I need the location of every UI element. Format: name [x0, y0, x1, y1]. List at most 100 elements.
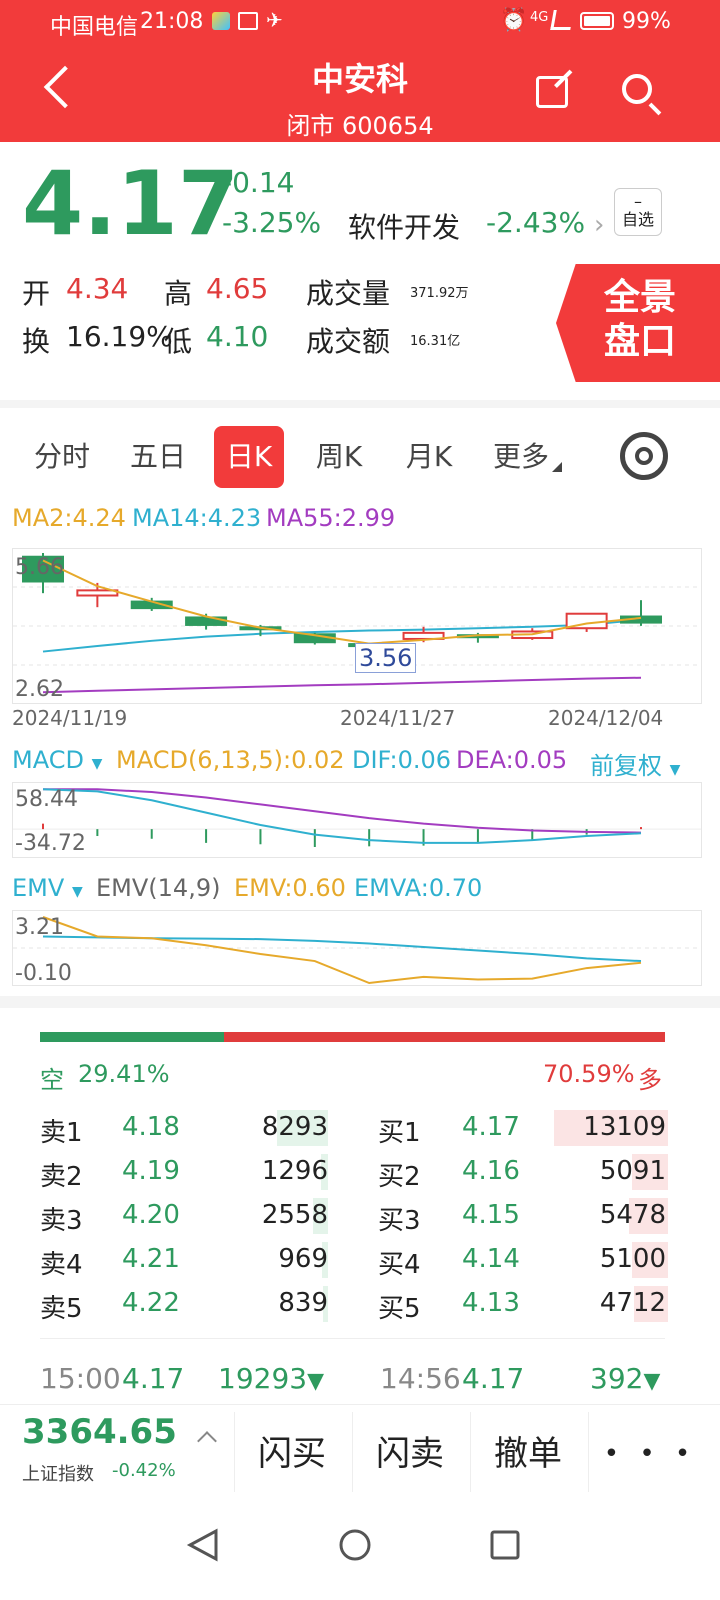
- short-ratio-fill: [40, 1032, 224, 1042]
- buy-price[interactable]: 4.14: [462, 1244, 520, 1274]
- battery-icon: [580, 12, 614, 30]
- emv-line: [42, 916, 642, 985]
- sell-price[interactable]: 4.21: [122, 1244, 180, 1274]
- circle-home-icon[interactable]: [338, 1528, 372, 1562]
- more-button[interactable]: • • •: [590, 1418, 710, 1490]
- status-bar: 中国电信 21:08 ✈ ⏰ 4G 99%: [0, 0, 720, 44]
- tab-intraday[interactable]: 分时: [28, 426, 96, 488]
- caret-down-icon: ▼: [669, 762, 681, 778]
- buy-level-label: 买4: [378, 1250, 421, 1280]
- orderbook-row: 卖4 4.21 969 买4 4.14 5100: [0, 1238, 720, 1282]
- sell-volume: 8293: [261, 1112, 328, 1142]
- caret-down-icon: ▼: [71, 884, 83, 900]
- index-value: 3364.65: [22, 1412, 177, 1452]
- open-label: 开: [22, 277, 51, 310]
- orderbook-row: 卖3 4.20 2558 买3 4.15 5478: [0, 1194, 720, 1238]
- market-index-widget[interactable]: 3364.65 上证指数 -0.42%: [0, 1406, 230, 1496]
- stock-name: 中安科: [311, 60, 408, 98]
- emv-y-top-label: 3.21: [15, 915, 64, 940]
- down-arrow-icon: ▼: [643, 1369, 661, 1394]
- book-icon: [238, 12, 258, 30]
- adjust-selector[interactable]: 前复权 ▼: [590, 746, 680, 781]
- tab-monthly-k[interactable]: 月K: [396, 426, 462, 488]
- high-price: 4.65: [206, 272, 269, 305]
- volume-value: 371.92万: [410, 286, 469, 301]
- triangle-back-icon[interactable]: [186, 1528, 220, 1562]
- long-short-bar: [40, 1032, 665, 1042]
- macd-y-bottom-label: -34.72: [15, 831, 86, 856]
- tab-five-day[interactable]: 五日: [124, 426, 192, 488]
- watch-symbol: –: [634, 192, 642, 211]
- index-name: 上证指数: [22, 1464, 94, 1485]
- ma55-legend: MA55:2.99: [266, 504, 396, 532]
- add-watchlist-button[interactable]: – 自选: [614, 188, 662, 236]
- divider: [234, 1412, 235, 1492]
- sell-volume: 1296: [261, 1156, 328, 1186]
- sell-volume: 839: [278, 1288, 328, 1318]
- price-change-pct: -3.25%: [222, 206, 322, 239]
- macd-y-top-label: 58.44: [15, 787, 78, 812]
- tick-price: 4.17: [122, 1362, 185, 1395]
- emv-value: EMV:0.60: [234, 874, 346, 902]
- flash-buy-button[interactable]: 闪买: [236, 1418, 348, 1490]
- kline-date-start: 2024/11/19: [12, 706, 128, 730]
- sell-price[interactable]: 4.18: [122, 1112, 180, 1142]
- emv-params: EMV(14,9): [96, 874, 221, 902]
- flash-sell-button[interactable]: 闪卖: [354, 1418, 466, 1490]
- tick-time: 15:00: [40, 1362, 121, 1395]
- macd-chart-frame[interactable]: 58.44 -34.72: [12, 782, 702, 858]
- sell-price[interactable]: 4.19: [122, 1156, 180, 1186]
- sell-price[interactable]: 4.20: [122, 1200, 180, 1230]
- amount-value: 16.31亿: [410, 334, 461, 349]
- macd-indicator-selector[interactable]: MACD ▼: [12, 746, 102, 774]
- short-pct: 29.41%: [78, 1060, 170, 1088]
- send-icon: ✈: [266, 8, 283, 32]
- tick-volume: 19293▼: [218, 1362, 324, 1395]
- chevron-right-icon[interactable]: ›: [594, 210, 604, 240]
- emva-value: EMVA:0.70: [354, 874, 483, 902]
- open-price: 4.34: [66, 272, 129, 305]
- index-change: -0.42%: [112, 1460, 176, 1481]
- volume-label: 成交量: [306, 277, 391, 310]
- sector-name[interactable]: 软件开发: [348, 206, 460, 246]
- buy-volume: 13109: [583, 1112, 666, 1142]
- sell-level-label: 卖1: [40, 1118, 83, 1148]
- tab-daily-k[interactable]: 日K: [214, 426, 284, 488]
- ma14-legend: MA14:4.23: [132, 504, 262, 532]
- chevron-up-icon[interactable]: [197, 1431, 217, 1451]
- gear-icon[interactable]: [620, 432, 668, 480]
- tab-more[interactable]: 更多: [486, 426, 556, 488]
- clock-text: 21:08: [140, 9, 204, 34]
- square-recent-icon[interactable]: [488, 1528, 522, 1562]
- caret-down-icon: ▼: [91, 756, 103, 772]
- buy-level-label: 买5: [378, 1294, 421, 1324]
- kline-chart: [13, 553, 701, 694]
- search-icon[interactable]: [622, 74, 662, 116]
- long-label: 多: [638, 1066, 662, 1094]
- cancel-order-button[interactable]: 撤单: [472, 1418, 584, 1490]
- emv-chart-frame[interactable]: 3.21 -0.10: [12, 910, 702, 986]
- buy-level-label: 买1: [378, 1118, 421, 1148]
- buy-price[interactable]: 4.17: [462, 1112, 520, 1142]
- kline-chart-frame[interactable]: 5.66 2.62 3.56: [12, 548, 702, 704]
- buy-level-label: 买2: [378, 1162, 421, 1192]
- buy-price[interactable]: 4.15: [462, 1200, 520, 1230]
- down-arrow-icon: ▼: [307, 1369, 324, 1394]
- sell-price[interactable]: 4.22: [122, 1288, 180, 1318]
- macd-params: MACD(6,13,5):0.02: [116, 746, 345, 774]
- turnover-rate: 16.19%: [66, 320, 173, 353]
- panorama-button[interactable]: 全景 盘口: [556, 264, 720, 382]
- battery-text: 99%: [622, 9, 671, 34]
- orderbook-row: 卖5 4.22 839 买5 4.13 4712: [0, 1282, 720, 1326]
- buy-price[interactable]: 4.16: [462, 1156, 520, 1186]
- orderbook-row: 卖2 4.19 1296 买2 4.16 5091: [0, 1150, 720, 1194]
- dea-line: [43, 788, 642, 834]
- share-icon[interactable]: [536, 69, 573, 108]
- tick-time: 14:56: [380, 1362, 461, 1395]
- app-header: 中国电信 21:08 ✈ ⏰ 4G 99% 中安科 闭市 600654: [0, 0, 720, 142]
- tab-weekly-k[interactable]: 周K: [306, 426, 372, 488]
- price-change: -0.14: [222, 166, 295, 199]
- emv-indicator-selector[interactable]: EMV ▼: [12, 874, 83, 902]
- emv-y-bottom-label: -0.10: [15, 961, 72, 986]
- buy-price[interactable]: 4.13: [462, 1288, 520, 1318]
